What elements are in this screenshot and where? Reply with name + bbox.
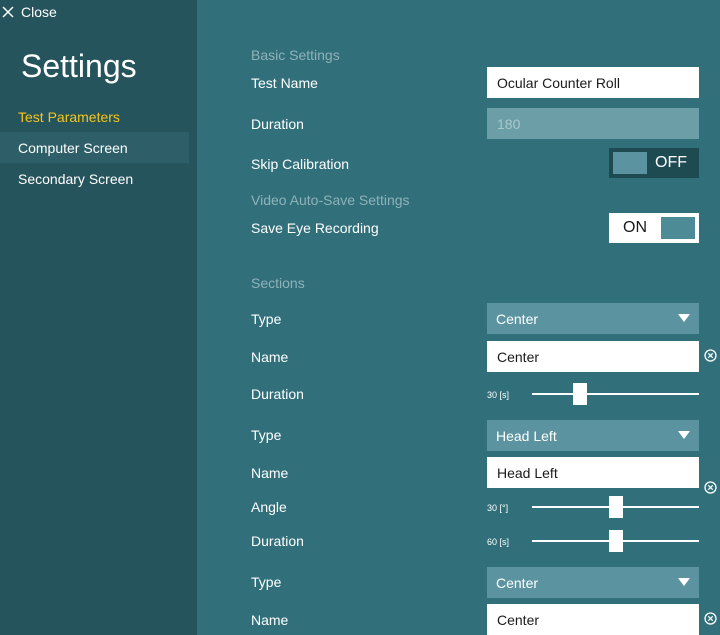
select-value: Center <box>496 310 539 327</box>
skip-calibration-label: Skip Calibration <box>251 156 350 172</box>
test-name-label: Test Name <box>251 75 318 91</box>
close-label: Close <box>21 4 57 20</box>
section-2-angle-label: Angle <box>251 499 287 515</box>
name-value: Head Left <box>497 464 558 481</box>
test-name-value: Ocular Counter Roll <box>497 74 620 91</box>
video-settings-heading: Video Auto-Save Settings <box>251 192 410 208</box>
section-1-type-select[interactable]: Center <box>487 303 699 334</box>
section-2-duration-label: Duration <box>251 533 304 549</box>
section-2-name-label: Name <box>251 465 289 481</box>
section-1-name-field[interactable]: Center <box>487 341 699 372</box>
toggle-knob <box>613 152 647 174</box>
name-value: Center <box>497 348 540 365</box>
section-3-type-label: Type <box>251 574 282 590</box>
sections-heading: Sections <box>251 275 305 291</box>
sidebar-item-secondary-screen[interactable]: Secondary Screen <box>0 163 189 194</box>
page-title: Settings <box>21 48 137 84</box>
settings-panel: Basic Settings Test Name Ocular Counter … <box>197 0 720 635</box>
basic-settings-heading: Basic Settings <box>251 47 340 63</box>
save-eye-recording-label: Save Eye Recording <box>251 220 379 236</box>
section-2-name-field[interactable]: Head Left <box>487 457 699 488</box>
sidebar-item-label: Test Parameters <box>18 108 120 125</box>
section-1-name-label: Name <box>251 349 289 365</box>
sidebar-item-test-parameters[interactable]: Test Parameters <box>0 101 189 132</box>
section-3-name-label: Name <box>251 612 289 628</box>
section-3-type-select[interactable]: Center <box>487 567 699 598</box>
sidebar-item-label: Computer Screen <box>18 139 128 156</box>
sidebar: Close Settings Test Parameters Computer … <box>0 0 197 635</box>
dropdown-arrow-icon <box>678 431 690 439</box>
save-eye-recording-toggle[interactable]: ON <box>609 213 699 243</box>
section-1-type-label: Type <box>251 311 282 327</box>
dropdown-arrow-icon <box>678 314 690 322</box>
toggle-state: ON <box>623 219 647 236</box>
duration-value: 180 <box>497 115 521 132</box>
skip-calibration-toggle[interactable]: OFF <box>609 148 699 178</box>
section-3-name-field[interactable]: Center <box>487 604 699 635</box>
toggle-knob <box>661 217 695 239</box>
sidebar-item-label: Secondary Screen <box>18 170 134 187</box>
section-1-duration-slider-track[interactable] <box>532 393 699 395</box>
duration-field: 180 <box>487 108 699 139</box>
slider-value: 60 [s] <box>487 537 510 547</box>
duration-label: Duration <box>251 116 304 132</box>
section-1-duration-label: Duration <box>251 386 304 402</box>
section-1-duration-slider-thumb[interactable] <box>573 383 588 405</box>
slider-value: 30 [°] <box>487 503 509 513</box>
dropdown-arrow-icon <box>678 578 690 586</box>
select-value: Head Left <box>496 427 557 444</box>
section-2-angle-slider-thumb[interactable] <box>608 496 623 518</box>
section-2-duration-slider-thumb[interactable] <box>608 530 623 552</box>
slider-value: 30 [s] <box>487 390 510 400</box>
sidebar-item-computer-screen[interactable]: Computer Screen <box>0 132 189 163</box>
close-icon <box>2 6 14 18</box>
select-value: Center <box>496 574 539 591</box>
clear-icon[interactable] <box>704 481 717 494</box>
section-2-type-label: Type <box>251 427 282 443</box>
section-2-type-select[interactable]: Head Left <box>487 420 699 451</box>
clear-icon[interactable] <box>704 349 717 362</box>
toggle-state: OFF <box>655 154 687 171</box>
name-value: Center <box>497 611 540 628</box>
close-button[interactable]: Close <box>2 2 57 22</box>
test-name-field[interactable]: Ocular Counter Roll <box>487 67 699 98</box>
clear-icon[interactable] <box>704 612 717 625</box>
